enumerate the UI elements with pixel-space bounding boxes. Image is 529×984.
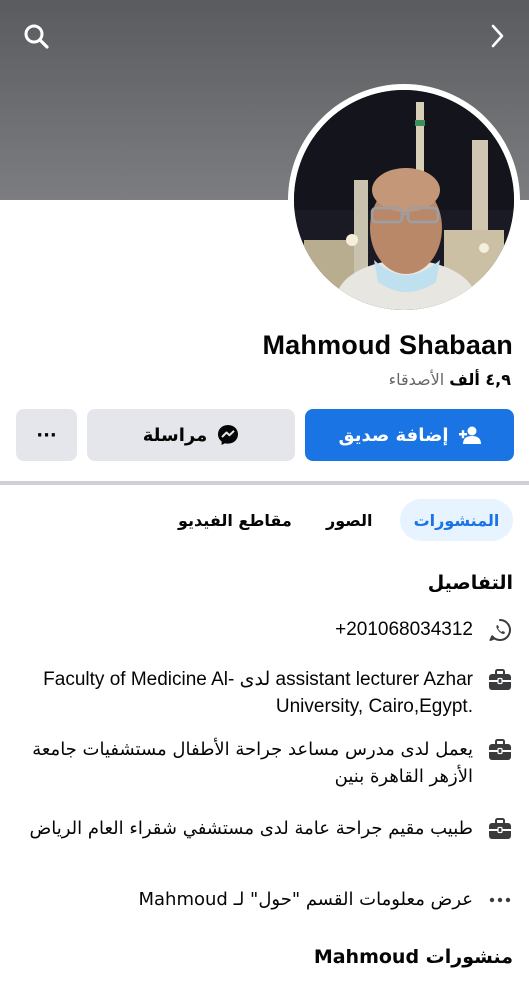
next-button[interactable]	[477, 16, 517, 56]
friends-label: الأصدقاء	[388, 370, 445, 389]
search-icon	[24, 24, 49, 49]
search-button[interactable]	[16, 16, 56, 56]
detail-work-2[interactable]: يعمل لدى مدرس مساعد جراحة الأطفال مستشفي…	[23, 736, 513, 790]
message-button[interactable]: مراسلة	[87, 409, 295, 461]
detail-phone[interactable]: +201068034312	[335, 616, 513, 643]
details-heading: التفاصيل	[427, 572, 513, 594]
whatsapp-icon	[487, 617, 513, 643]
messenger-icon	[218, 425, 239, 445]
phone-number: +201068034312	[335, 619, 473, 640]
avatar	[294, 90, 514, 310]
see-about-link[interactable]: عرض معلومات القسم "حول" لـ Mahmoud	[138, 886, 513, 913]
briefcase-icon	[487, 667, 513, 693]
work-text-1: Faculty of Medicine Al- لدى assistant le…	[43, 669, 473, 717]
chevron-right-icon	[491, 24, 504, 48]
profile-picture[interactable]	[288, 84, 520, 316]
add-friend-label: إضافة صديق	[338, 424, 449, 446]
friends-count-value: ٤,٩ ألف	[449, 370, 511, 389]
tab-videos[interactable]: مقاطع الفيديو	[164, 499, 306, 541]
ellipsis-icon	[487, 887, 513, 913]
tab-photos[interactable]: الصور	[312, 499, 387, 541]
detail-work-1[interactable]: Faculty of Medicine Al- لدى assistant le…	[23, 666, 513, 720]
profile-name: Mahmoud Shabaan	[262, 330, 513, 360]
work-text-3: طبيب مقيم جراحة عامة لدى مستشفي شقراء ال…	[29, 818, 473, 839]
message-label: مراسلة	[142, 424, 208, 446]
work-text-2: يعمل لدى مدرس مساعد جراحة الأطفال مستشفي…	[32, 739, 473, 787]
briefcase-icon	[487, 737, 513, 763]
see-about-text: عرض معلومات القسم "حول" لـ Mahmoud	[138, 889, 473, 910]
add-friend-button[interactable]: إضافة صديق	[305, 409, 514, 461]
add-friend-icon	[458, 426, 481, 444]
section-divider	[0, 481, 529, 485]
tab-posts[interactable]: المنشورات	[400, 499, 513, 541]
friends-count[interactable]: ٤,٩ ألف الأصدقاء	[389, 370, 511, 389]
posts-heading: منشورات Mahmoud	[313, 946, 513, 968]
more-options-button[interactable]: ···	[16, 409, 77, 461]
briefcase-icon	[487, 816, 513, 842]
detail-work-3[interactable]: طبيب مقيم جراحة عامة لدى مستشفي شقراء ال…	[23, 815, 513, 842]
ellipsis-icon: ···	[36, 424, 57, 446]
